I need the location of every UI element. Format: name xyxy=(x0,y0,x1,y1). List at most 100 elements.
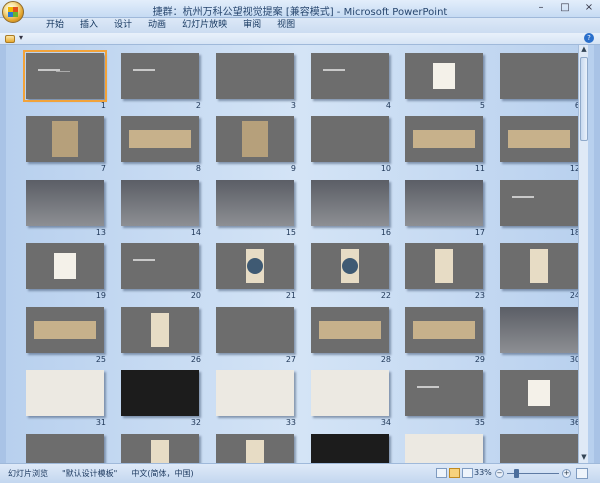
ribbon-tab[interactable]: 设计 xyxy=(106,20,140,31)
slide-number: 28 xyxy=(380,355,391,364)
slide-thumbnail[interactable] xyxy=(405,434,483,463)
slide-billboard-mockup xyxy=(413,130,475,148)
slide-thumbnail[interactable] xyxy=(121,434,199,463)
slide-thumbnail[interactable] xyxy=(500,370,578,416)
slide-thumbnail[interactable] xyxy=(26,180,104,226)
slide-thumbnail[interactable] xyxy=(121,243,199,289)
slide-number: 31 xyxy=(95,418,106,427)
slide-thumbnail[interactable] xyxy=(311,180,389,226)
slide-thumbnail[interactable] xyxy=(311,434,389,463)
slide-thumbnail[interactable] xyxy=(26,370,104,416)
open-folder-icon[interactable] xyxy=(5,35,15,43)
theme-status[interactable]: "默认设计模板" xyxy=(62,468,117,479)
slide-number: 15 xyxy=(285,228,296,237)
slide-thumbnail[interactable] xyxy=(311,370,389,416)
view-buttons xyxy=(436,468,473,478)
scroll-thumb[interactable] xyxy=(580,57,588,141)
quick-access-toolbar: ▾ ? xyxy=(0,33,600,45)
scroll-up-icon[interactable]: ▲ xyxy=(579,45,589,55)
slide-number: 17 xyxy=(474,228,485,237)
minimize-icon[interactable]: – xyxy=(534,2,548,14)
slideshow-view-icon[interactable] xyxy=(462,468,473,478)
slide-thumbnail[interactable] xyxy=(23,50,107,102)
slide-photo xyxy=(216,180,294,226)
slide-thumbnail[interactable] xyxy=(405,53,483,99)
ribbon-tab[interactable]: 幻灯片放映 xyxy=(174,20,235,31)
slide-text-line xyxy=(133,259,155,261)
slide-thumbnail[interactable] xyxy=(216,434,294,463)
slide-billboard-mockup xyxy=(508,130,570,148)
help-icon[interactable]: ? xyxy=(584,33,594,43)
slide-thumbnail[interactable] xyxy=(26,243,104,289)
slide-thumbnail[interactable] xyxy=(405,370,483,416)
slide-photo xyxy=(405,180,483,226)
slide-thumbnail[interactable] xyxy=(216,53,294,99)
slide-poster xyxy=(151,313,169,347)
slide-text-line xyxy=(417,386,439,388)
slide-thumbnail[interactable] xyxy=(500,180,578,226)
slide-logo-card xyxy=(528,380,550,406)
slide-number: 21 xyxy=(285,291,296,300)
slide-thumbnail[interactable] xyxy=(121,180,199,226)
slide-thumbnail[interactable] xyxy=(216,370,294,416)
slide-thumbnail[interactable] xyxy=(216,243,294,289)
slide-thumbnail[interactable] xyxy=(500,116,578,162)
slide-thumbnail[interactable] xyxy=(26,434,104,463)
customize-dropdown-icon[interactable]: ▾ xyxy=(19,33,23,42)
slide-thumbnail[interactable] xyxy=(311,116,389,162)
slide-number: 2 xyxy=(195,101,201,110)
slide-thumbnail[interactable] xyxy=(121,116,199,162)
ribbon-tabs: 开始 插入 设计 动画 幻灯片放映 审阅 视图 xyxy=(0,18,600,33)
slide-thumbnail[interactable] xyxy=(405,307,483,353)
slide-thumbnail[interactable] xyxy=(216,307,294,353)
zoom-slider-thumb[interactable] xyxy=(513,469,519,478)
scroll-down-icon[interactable]: ▼ xyxy=(579,453,589,463)
slide-thumbnail[interactable] xyxy=(500,243,578,289)
slide-dark-mockup xyxy=(121,370,199,416)
slide-number: 14 xyxy=(190,228,201,237)
maximize-icon[interactable]: □ xyxy=(558,2,572,14)
slide-thumbnail[interactable] xyxy=(405,243,483,289)
language-status[interactable]: 中文(简体，中国) xyxy=(131,468,193,479)
slide-number: 35 xyxy=(474,418,485,427)
slide-thumbnail[interactable] xyxy=(26,307,104,353)
slide-thumbnail[interactable] xyxy=(500,434,578,463)
slide-thumbnail[interactable] xyxy=(216,180,294,226)
slide-thumbnail[interactable] xyxy=(26,116,104,162)
slide-billboard-mockup xyxy=(319,321,381,339)
zoom-in-icon[interactable]: + xyxy=(562,469,571,478)
zoom-out-icon[interactable]: − xyxy=(495,469,504,478)
vertical-scrollbar[interactable]: ▲ ▼ xyxy=(578,45,588,463)
slide-thumbnail[interactable] xyxy=(121,307,199,353)
slide-white-mockup xyxy=(405,434,483,463)
close-icon[interactable]: × xyxy=(582,2,596,14)
slide-kraft-mockup xyxy=(52,121,78,157)
window-title: 捷群：杭州万科公望视觉提案 [兼容模式] - Microsoft PowerPo… xyxy=(152,7,448,18)
slide-subtitle-line xyxy=(56,71,70,72)
slide-photo xyxy=(311,180,389,226)
slide-poster xyxy=(151,440,169,463)
ribbon-tab[interactable]: 审阅 xyxy=(235,20,269,31)
office-button[interactable] xyxy=(2,1,24,23)
normal-view-icon[interactable] xyxy=(436,468,447,478)
slide-sorter-view-icon[interactable] xyxy=(449,468,460,478)
ribbon-tab[interactable]: 插入 xyxy=(72,20,106,31)
slide-thumbnail[interactable] xyxy=(311,243,389,289)
slide-number: 36 xyxy=(569,418,580,427)
zoom-level[interactable]: 33% xyxy=(474,468,492,477)
fit-to-window-icon[interactable] xyxy=(576,468,588,479)
slide-photo xyxy=(26,180,104,226)
slide-thumbnail[interactable] xyxy=(405,180,483,226)
slide-thumbnail[interactable] xyxy=(121,370,199,416)
slide-thumbnail[interactable] xyxy=(311,53,389,99)
slide-thumbnail[interactable] xyxy=(216,116,294,162)
slide-number: 30 xyxy=(569,355,580,364)
slide-thumbnail[interactable] xyxy=(121,53,199,99)
slide-thumbnail[interactable] xyxy=(311,307,389,353)
slide-thumbnail[interactable] xyxy=(500,53,578,99)
ribbon-tab[interactable]: 视图 xyxy=(269,20,303,31)
slide-thumbnail[interactable] xyxy=(405,116,483,162)
slide-thumbnail[interactable] xyxy=(500,307,578,353)
ribbon-tab[interactable]: 开始 xyxy=(38,20,72,31)
ribbon-tab[interactable]: 动画 xyxy=(140,20,174,31)
